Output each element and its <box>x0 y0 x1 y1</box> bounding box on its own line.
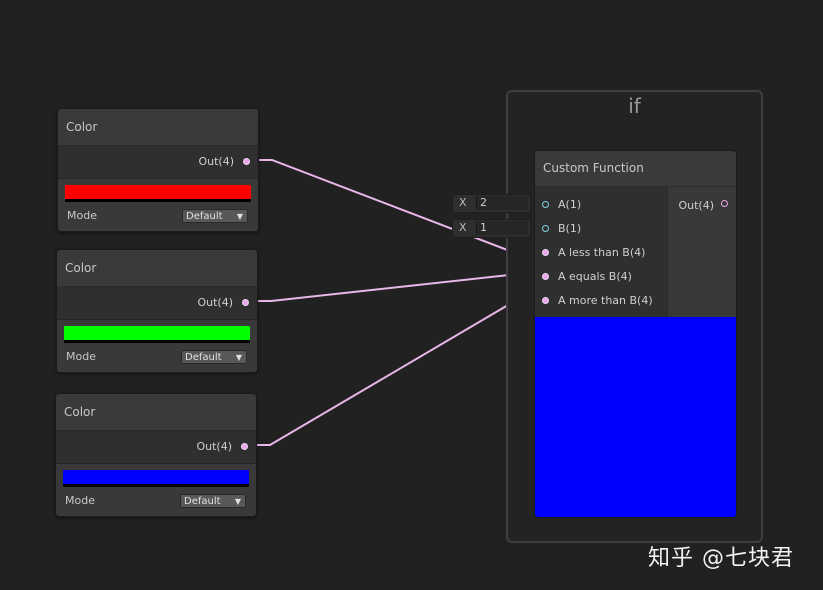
custom-function-node[interactable]: Custom Function A(1) B(1) A less than B(… <box>534 150 737 518</box>
input-a-less-than-b[interactable]: A less than B(4) <box>535 245 667 261</box>
node-body: Mode Default ▼ <box>57 320 257 372</box>
preview-panel <box>535 317 736 517</box>
output-port[interactable] <box>242 299 249 306</box>
mode-label: Mode <box>66 350 96 363</box>
inline-field-b[interactable]: X 1 <box>452 219 531 238</box>
output-port[interactable] <box>243 158 250 165</box>
watermark: 知乎 @七块君 <box>648 546 794 571</box>
color-swatch[interactable] <box>65 185 251 202</box>
input-port[interactable] <box>542 297 549 304</box>
input-a-more-than-b[interactable]: A more than B(4) <box>535 293 667 309</box>
dropdown-arrow-icon: ▼ <box>234 497 241 506</box>
color-node-green[interactable]: Color Out(4) Mode Default ▼ <box>56 249 258 373</box>
node-title[interactable]: Color <box>58 109 258 146</box>
dropdown-arrow-icon: ▼ <box>235 353 242 362</box>
port-area: A(1) B(1) A less than B(4) A equals B(4)… <box>535 187 736 317</box>
axis-label: X <box>459 221 467 234</box>
input-label: B(1) <box>558 222 582 235</box>
output-port[interactable] <box>241 443 248 450</box>
color-swatch[interactable] <box>64 326 250 343</box>
input-b[interactable]: B(1) <box>535 221 667 237</box>
output-label: Out(4) <box>678 199 714 212</box>
mode-dropdown[interactable]: Default ▼ <box>181 350 247 364</box>
mode-value: Default <box>184 496 221 507</box>
output-label: Out(4) <box>196 440 232 453</box>
output-column: Out(4) <box>667 187 736 317</box>
mode-label: Mode <box>67 209 97 222</box>
output-label: Out(4) <box>197 296 233 309</box>
color-node-blue[interactable]: Color Out(4) Mode Default ▼ <box>55 393 257 517</box>
mode-dropdown[interactable]: Default ▼ <box>180 494 246 508</box>
wire-blue-to-more[interactable] <box>242 297 546 446</box>
input-port[interactable] <box>542 273 549 280</box>
mode-row: Mode Default ▼ <box>63 492 249 512</box>
input-label: A equals B(4) <box>558 270 632 283</box>
input-label: A more than B(4) <box>558 294 653 307</box>
output-row: Out(4) <box>58 146 258 179</box>
output-port[interactable] <box>721 200 728 207</box>
input-port[interactable] <box>542 249 549 256</box>
input-a-equals-b[interactable]: A equals B(4) <box>535 269 667 285</box>
value-input[interactable]: 2 <box>476 196 528 210</box>
node-title[interactable]: Custom Function <box>535 151 736 187</box>
input-port[interactable] <box>542 201 549 208</box>
group-title[interactable]: if <box>508 94 761 118</box>
input-label: A less than B(4) <box>558 246 646 259</box>
node-title[interactable]: Color <box>56 394 256 431</box>
mode-row: Mode Default ▼ <box>64 348 250 368</box>
output-label: Out(4) <box>198 155 234 168</box>
mode-row: Mode Default ▼ <box>65 207 251 227</box>
input-port[interactable] <box>542 225 549 232</box>
node-body: Mode Default ▼ <box>58 179 258 231</box>
color-swatch[interactable] <box>63 470 249 487</box>
input-label: A(1) <box>558 198 582 211</box>
value-input[interactable]: 1 <box>476 221 528 235</box>
dropdown-arrow-icon: ▼ <box>236 212 243 221</box>
mode-dropdown[interactable]: Default ▼ <box>182 209 248 223</box>
output-row: Out(4) <box>57 287 257 320</box>
mode-value: Default <box>186 211 223 222</box>
input-a[interactable]: A(1) <box>535 197 667 213</box>
inline-field-a[interactable]: X 2 <box>452 194 531 213</box>
mode-value: Default <box>185 352 222 363</box>
mode-label: Mode <box>65 494 95 507</box>
node-body: Mode Default ▼ <box>56 464 256 516</box>
node-title[interactable]: Color <box>57 250 257 287</box>
wire-green-to-equals[interactable] <box>243 273 546 302</box>
color-node-red[interactable]: Color Out(4) Mode Default ▼ <box>57 108 259 232</box>
axis-label: X <box>459 196 467 209</box>
output-row: Out(4) <box>56 431 256 464</box>
